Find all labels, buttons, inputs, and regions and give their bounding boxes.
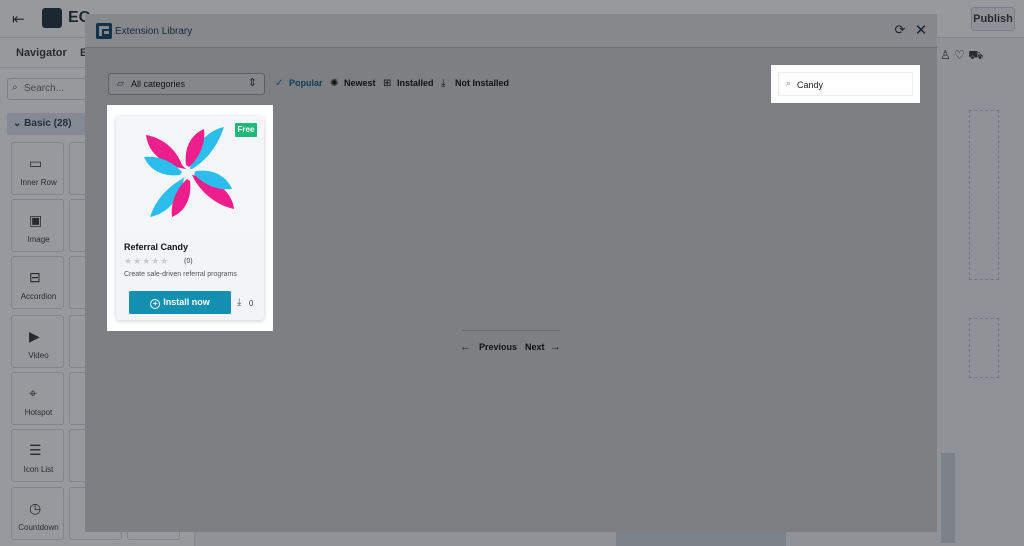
arrow-left-icon[interactable]: ←: [460, 341, 471, 353]
download-icon: ⤓: [441, 78, 446, 89]
tab-installed[interactable]: ⊞ Installed: [383, 78, 434, 92]
rating-stars-icon: ★★★★★: [124, 256, 170, 266]
modal-header: Extension Library ⟳ ✕: [85, 14, 937, 48]
search-highlight: ⌕: [771, 65, 920, 103]
card-highlight: Free Referral Candy ★★★★★ (0) Create sal…: [107, 105, 273, 331]
tab-label: Popular: [289, 78, 323, 88]
category-select-value: All categories: [131, 79, 186, 89]
chevron-updown-icon: ⇕: [247, 77, 257, 89]
close-icon[interactable]: ✕: [914, 21, 928, 39]
extension-library-logo-icon: [96, 23, 112, 39]
search-icon: ⌕: [786, 78, 792, 88]
category-select[interactable]: ▱ All categories ⇕: [108, 73, 265, 95]
tab-not-installed[interactable]: ⤓ Not Installed: [441, 78, 509, 92]
extension-search-input[interactable]: [797, 76, 909, 93]
download-count-icon: ⤓: [237, 297, 242, 308]
check-circle-icon: ✓: [275, 78, 284, 89]
rating-count: (0): [184, 258, 193, 265]
next-button[interactable]: Next: [525, 342, 545, 352]
plus-circle-icon: +: [150, 299, 161, 309]
extension-info: Referral Candy ★★★★★ (0) Create sale-dri…: [116, 233, 264, 320]
extension-library-modal: Extension Library ⟳ ✕ ▱ All categories ⇕…: [85, 14, 937, 532]
free-badge: Free: [235, 123, 257, 137]
modal-title: Extension Library: [115, 26, 193, 37]
grid-icon: ⊞: [383, 78, 392, 89]
install-now-button[interactable]: + Install now: [129, 291, 231, 314]
tab-newest[interactable]: ✺ Newest: [330, 78, 376, 92]
folder-icon: ▱: [117, 78, 124, 88]
extension-description: Create sale-driven referral programs: [124, 271, 237, 278]
refresh-icon[interactable]: ⟳: [893, 22, 907, 38]
tab-label: Newest: [344, 78, 376, 88]
extension-card[interactable]: Free Referral Candy ★★★★★ (0) Create sal…: [116, 116, 264, 320]
arrow-right-icon[interactable]: →: [550, 341, 561, 353]
download-count: 0: [249, 299, 254, 308]
extension-title: Referral Candy: [124, 242, 189, 252]
previous-button[interactable]: Previous: [479, 342, 517, 352]
extension-search-box[interactable]: ⌕: [778, 72, 913, 96]
extension-image: Free: [116, 116, 264, 233]
pagination-divider: [462, 330, 560, 331]
tab-popular[interactable]: ✓ Popular: [275, 78, 323, 92]
install-label: Install now: [163, 297, 210, 307]
sparkle-icon: ✺: [330, 78, 339, 89]
tab-label: Installed: [397, 78, 434, 88]
tab-label: Not Installed: [455, 78, 510, 88]
